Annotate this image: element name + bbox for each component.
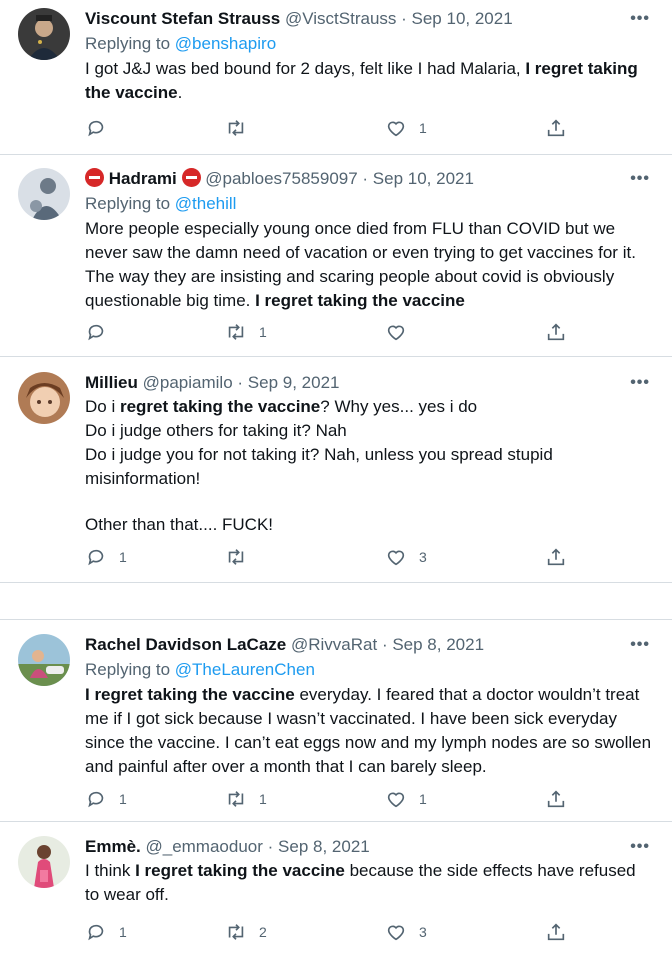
display-name[interactable]: Emmè. (85, 837, 141, 856)
more-icon[interactable]: ••• (630, 168, 650, 190)
reply-icon (88, 791, 104, 808)
tweet-text: More people especially young once died f… (85, 219, 636, 310)
reply-button[interactable] (85, 116, 119, 140)
display-name[interactable]: Hadrami (109, 169, 177, 188)
user-handle[interactable]: @papiamilo (143, 373, 233, 392)
tweet-actions: 1 3 (85, 545, 575, 569)
user-handle[interactable]: @pabloes75859097 (205, 169, 357, 188)
tweet[interactable]: Hadrami @pabloes75859097 · Sep 10, 2021 … (0, 155, 672, 357)
replying-to: Replying to @thehill (85, 194, 237, 213)
like-button[interactable]: 3 (385, 545, 427, 569)
avatar[interactable] (18, 634, 70, 686)
like-button[interactable] (385, 320, 419, 344)
replying-to-link[interactable]: @thehill (175, 194, 237, 213)
retweet-icon (228, 120, 244, 136)
display-name[interactable]: Millieu (85, 373, 138, 392)
no-entry-icon (181, 168, 201, 187)
replying-to-link[interactable]: @benshapiro (175, 34, 276, 53)
tweet-actions: 1 (85, 116, 575, 140)
share-button[interactable] (545, 920, 567, 944)
like-icon (387, 792, 405, 808)
tweet[interactable]: Millieu @papiamilo · Sep 9, 2021 ••• Do … (0, 357, 672, 583)
tweet-header: Hadrami @pabloes75859097 · Sep 10, 2021 … (85, 168, 652, 190)
tweet-actions: 1 1 1 (85, 787, 575, 811)
tweet-feed: Viscount Stefan Strauss @VisctStrauss · … (0, 0, 672, 959)
retweet-button[interactable]: 2 (225, 920, 267, 944)
display-name[interactable]: Rachel Davidson LaCaze (85, 635, 286, 654)
avatar[interactable] (18, 168, 70, 220)
like-icon (387, 121, 405, 137)
more-icon[interactable]: ••• (630, 8, 650, 30)
tweet-text: Do i regret taking the vaccine? Why yes.… (85, 397, 553, 534)
like-button[interactable]: 1 (385, 787, 427, 811)
replying-to: Replying to @benshapiro (85, 34, 277, 53)
retweet-button[interactable] (225, 545, 259, 569)
share-button[interactable] (545, 116, 567, 140)
tweet-actions: 1 2 3 (85, 920, 575, 944)
tweet-actions: 1 (85, 320, 575, 344)
share-icon (547, 548, 565, 566)
user-handle[interactable]: @RivvaRat (291, 635, 377, 654)
like-icon (387, 550, 405, 566)
share-icon (547, 119, 565, 137)
avatar[interactable] (18, 372, 70, 424)
tweet-header: Viscount Stefan Strauss @VisctStrauss · … (85, 8, 650, 30)
tweet-date[interactable]: Sep 8, 2021 (278, 837, 370, 856)
user-handle[interactable]: @VisctStrauss (285, 9, 396, 28)
avatar[interactable] (18, 8, 70, 60)
share-button[interactable] (545, 787, 567, 811)
reply-button[interactable]: 1 (85, 545, 127, 569)
retweet-icon (228, 549, 244, 565)
tweet-header: Rachel Davidson LaCaze @RivvaRat · Sep 8… (85, 634, 650, 656)
share-icon (547, 790, 565, 808)
more-icon[interactable]: ••• (630, 372, 650, 394)
tweet-date[interactable]: Sep 9, 2021 (248, 373, 340, 392)
tweet-date[interactable]: Sep 10, 2021 (373, 169, 474, 188)
share-button[interactable] (545, 545, 567, 569)
replying-to: Replying to @TheLaurenChen (85, 660, 315, 679)
tweet-text: I regret taking the vaccine everyday. I … (85, 685, 652, 776)
share-icon (547, 323, 565, 341)
reply-button[interactable] (85, 320, 119, 344)
tweet[interactable]: Viscount Stefan Strauss @VisctStrauss · … (0, 0, 672, 155)
tweet-date[interactable]: Sep 10, 2021 (412, 9, 513, 28)
reply-icon (88, 324, 104, 341)
reply-button[interactable]: 1 (85, 920, 127, 944)
reply-button[interactable]: 1 (85, 787, 127, 811)
display-name[interactable]: Viscount Stefan Strauss (85, 9, 280, 28)
avatar[interactable] (18, 836, 70, 888)
retweet-icon (228, 324, 244, 340)
like-icon (387, 325, 405, 341)
like-icon (387, 925, 405, 941)
retweet-button[interactable]: 1 (225, 320, 267, 344)
share-button[interactable] (545, 320, 567, 344)
tweet-header: Millieu @papiamilo · Sep 9, 2021 ••• (85, 372, 650, 394)
tweet-date[interactable]: Sep 8, 2021 (392, 635, 484, 654)
retweet-button[interactable]: 1 (225, 787, 267, 811)
user-handle[interactable]: @_emmaoduor (145, 837, 262, 856)
tweet-text: I think I regret taking the vaccine beca… (85, 861, 636, 904)
reply-icon (88, 120, 104, 137)
retweet-icon (228, 791, 244, 807)
replying-to-link[interactable]: @TheLaurenChen (175, 660, 315, 679)
reply-icon (88, 549, 104, 566)
more-icon[interactable]: ••• (630, 634, 650, 656)
tweet[interactable]: Rachel Davidson LaCaze @RivvaRat · Sep 8… (0, 619, 672, 822)
like-button[interactable]: 1 (385, 116, 427, 140)
retweet-button[interactable] (225, 116, 259, 140)
tweet-header: Emmè. @_emmaoduor · Sep 8, 2021 ••• (85, 836, 650, 858)
like-button[interactable]: 3 (385, 920, 427, 944)
more-icon[interactable]: ••• (630, 836, 650, 858)
share-icon (547, 923, 565, 941)
no-entry-icon (85, 168, 104, 187)
tweet[interactable]: Emmè. @_emmaoduor · Sep 8, 2021 ••• I th… (0, 822, 672, 959)
retweet-icon (228, 924, 244, 940)
tweet-text: I got J&J was bed bound for 2 days, felt… (85, 59, 638, 102)
reply-icon (88, 924, 104, 941)
